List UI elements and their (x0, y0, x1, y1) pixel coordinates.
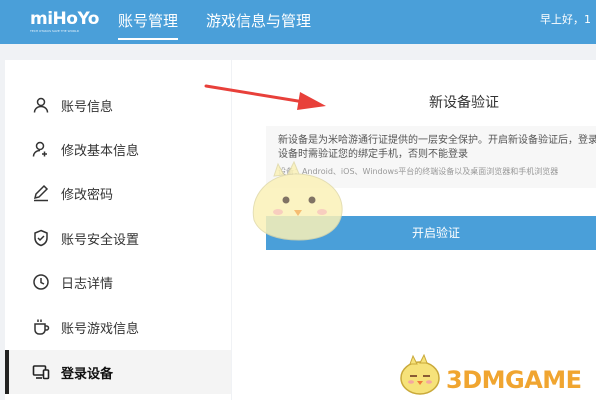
user-icon (32, 96, 50, 114)
devices-icon (32, 363, 50, 381)
mihoyo-logo[interactable]: miHoYo TECH OTAKUS SAVE THE WORLD (30, 9, 104, 39)
annotation-arrow (204, 84, 326, 110)
sidebar-item-account-info[interactable]: 账号信息 (5, 83, 231, 127)
watermark-text: 3DMGAME (446, 366, 582, 394)
sidebar-item-label: 账号信息 (61, 99, 114, 115)
pencil-icon (32, 184, 50, 202)
user-edit-icon (32, 140, 50, 158)
sidebar-menu: 账号信息 修改基本信息 修改密码 账号安全设置 日志详情 账号游戏信息 登录设备 (5, 60, 231, 400)
description-text: 新设备是为米哈游通行证提供的一层安全保护。开启新设备验证后，登录新设备时需验证您… (278, 135, 596, 160)
sidebar-item-label: 账号安全设置 (61, 232, 140, 248)
shield-check-icon (32, 229, 50, 247)
logo-tagline: TECH OTAKUS SAVE THE WORLD (30, 29, 80, 33)
tab-account-management[interactable]: 账号管理 (118, 0, 179, 44)
sidebar-item-label: 修改基本信息 (61, 143, 140, 159)
sidebar-item-security-settings[interactable]: 账号安全设置 (5, 216, 231, 260)
sidebar-item-log-details[interactable]: 日志详情 (5, 260, 231, 304)
sidebar-item-edit-basic-info[interactable]: 修改基本信息 (5, 127, 231, 171)
user-greeting[interactable]: 早上好，1 (540, 0, 596, 40)
mascot-watermark-image (252, 160, 343, 241)
clock-icon (32, 273, 50, 291)
sidebar-item-login-devices[interactable]: 登录设备 (5, 350, 231, 394)
sidebar-item-label: 修改密码 (61, 187, 114, 203)
sidebar-item-label: 登录设备 (61, 366, 114, 382)
sidebar-item-game-info[interactable]: 账号游戏信息 (5, 305, 231, 349)
sidebar-item-label: 账号游戏信息 (61, 321, 140, 337)
top-navigation-bar: miHoYo TECH OTAKUS SAVE THE WORLD 账号管理 游… (0, 0, 596, 44)
tab-game-info-management[interactable]: 游戏信息与管理 (206, 0, 311, 44)
sidebar-item-change-password[interactable]: 修改密码 (5, 171, 231, 215)
logo-text: miHoYo (30, 9, 99, 29)
watermark-mascot-icon (400, 354, 440, 395)
cup-icon (32, 318, 50, 336)
sidebar-item-label: 日志详情 (61, 276, 114, 292)
